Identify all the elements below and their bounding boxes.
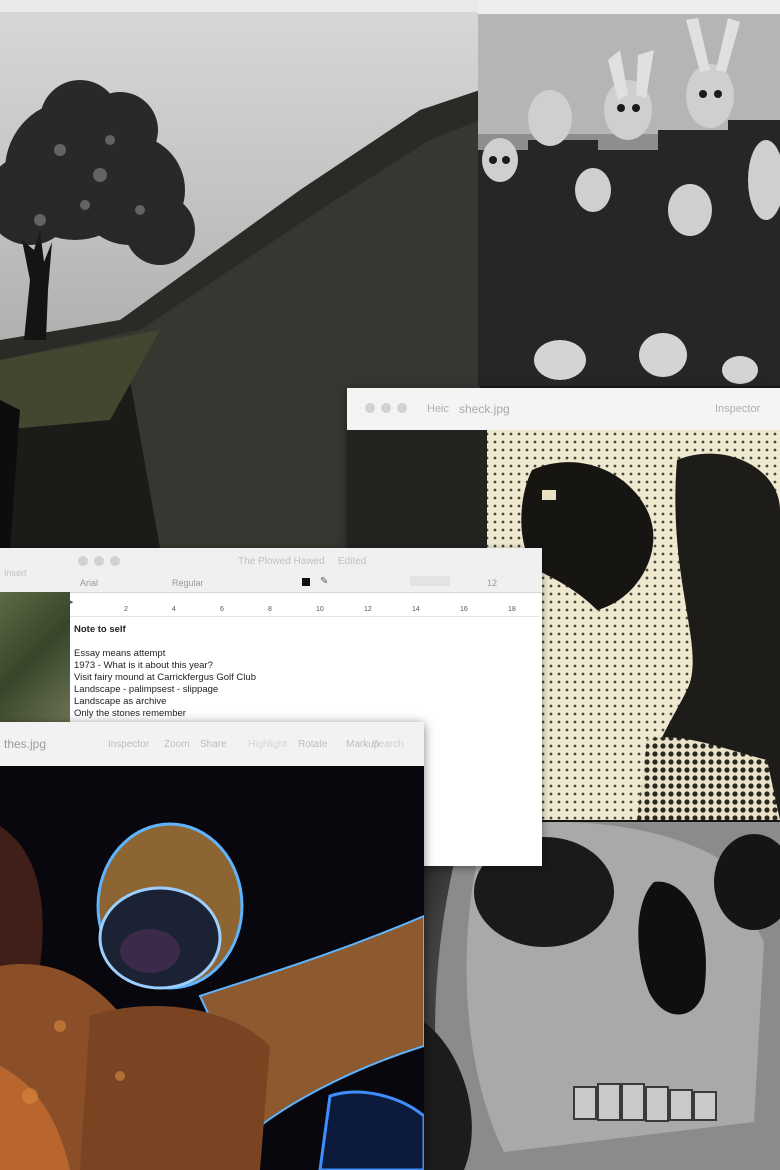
thes-image-window[interactable]: thes.jpg Inspector Zoom Share Highlight … bbox=[0, 722, 424, 1170]
glowing-figure-image bbox=[0, 766, 424, 1170]
skull-image bbox=[424, 822, 780, 1170]
search-button[interactable]: Search bbox=[372, 739, 404, 750]
ruler-mark: 2 bbox=[124, 606, 128, 613]
ruler: ▸ 2 4 6 8 10 12 14 16 18 bbox=[70, 594, 540, 617]
group-portrait-image bbox=[478, 14, 780, 386]
text-color-icon[interactable] bbox=[302, 578, 310, 586]
minimize-dot-icon[interactable] bbox=[94, 556, 104, 566]
highlight-button[interactable]: Highlight bbox=[248, 739, 287, 750]
thes-window-title: thes.jpg bbox=[4, 737, 47, 751]
inspector-button[interactable]: Inspector bbox=[715, 403, 760, 415]
font-size-field[interactable]: 12 bbox=[487, 578, 497, 588]
thes-titlebar: thes.jpg Inspector Zoom Share Highlight … bbox=[0, 722, 424, 767]
alignment-controls[interactable] bbox=[410, 576, 450, 586]
ruler-mark: 16 bbox=[460, 606, 468, 613]
pen-icon[interactable]: ✎ bbox=[320, 576, 328, 587]
sheck-window-title: sheck.jpg bbox=[459, 402, 510, 416]
sheck-left-label: Heic bbox=[427, 403, 450, 415]
document-edited-label: Edited bbox=[338, 556, 367, 567]
ruler-mark: 14 bbox=[412, 606, 420, 613]
ruler-mark: 6 bbox=[220, 606, 224, 613]
document-toolbar: Insert The Plowed Hawed Edited Arial Reg… bbox=[0, 548, 542, 593]
ruler-mark: 4 bbox=[172, 606, 176, 613]
close-dot-icon[interactable] bbox=[78, 556, 88, 566]
left-strip-label: Insert bbox=[4, 568, 27, 578]
document-body[interactable]: Note to self Essay means attempt 1973 - … bbox=[74, 624, 534, 720]
window-controls bbox=[78, 556, 120, 566]
zoom-button[interactable]: Zoom bbox=[164, 739, 190, 750]
note-line: Only the stones remember bbox=[74, 708, 186, 719]
skull-photo bbox=[424, 822, 780, 1170]
close-dot-icon[interactable] bbox=[365, 403, 375, 413]
share-button[interactable]: Share bbox=[200, 739, 227, 750]
rabbit-costume-photo bbox=[478, 0, 780, 386]
note-line: 1973 - What is it about this year? bbox=[74, 660, 213, 671]
ruler-mark: 10 bbox=[316, 606, 324, 613]
note-line: Landscape as archive bbox=[74, 696, 167, 707]
note-line: Landscape - palimpsest - slippage bbox=[74, 684, 219, 695]
minimize-dot-icon[interactable] bbox=[381, 403, 391, 413]
font-style-select[interactable]: Regular bbox=[172, 578, 204, 588]
ruler-tab-icon: ▸ bbox=[70, 599, 74, 606]
rotate-button[interactable]: Rotate bbox=[298, 739, 327, 750]
ruler-mark: 18 bbox=[508, 606, 516, 613]
document-title: The Plowed Hawed bbox=[238, 556, 325, 567]
window-controls bbox=[365, 403, 407, 413]
font-family-select[interactable]: Arial bbox=[80, 578, 98, 588]
note-line: Visit fairy mound at Carrickfergus Golf … bbox=[74, 672, 256, 683]
note-line: Essay means attempt bbox=[74, 648, 166, 659]
sheck-titlebar: Heic sheck.jpg Inspector bbox=[347, 388, 780, 431]
inspector-button[interactable]: Inspector bbox=[108, 739, 149, 750]
ruler-mark: 8 bbox=[268, 606, 272, 613]
zoom-dot-icon[interactable] bbox=[110, 556, 120, 566]
note-heading: Note to self bbox=[74, 624, 126, 635]
sidebar-thumbnail bbox=[0, 592, 70, 722]
ruler-mark: 12 bbox=[364, 606, 372, 613]
zoom-dot-icon[interactable] bbox=[397, 403, 407, 413]
